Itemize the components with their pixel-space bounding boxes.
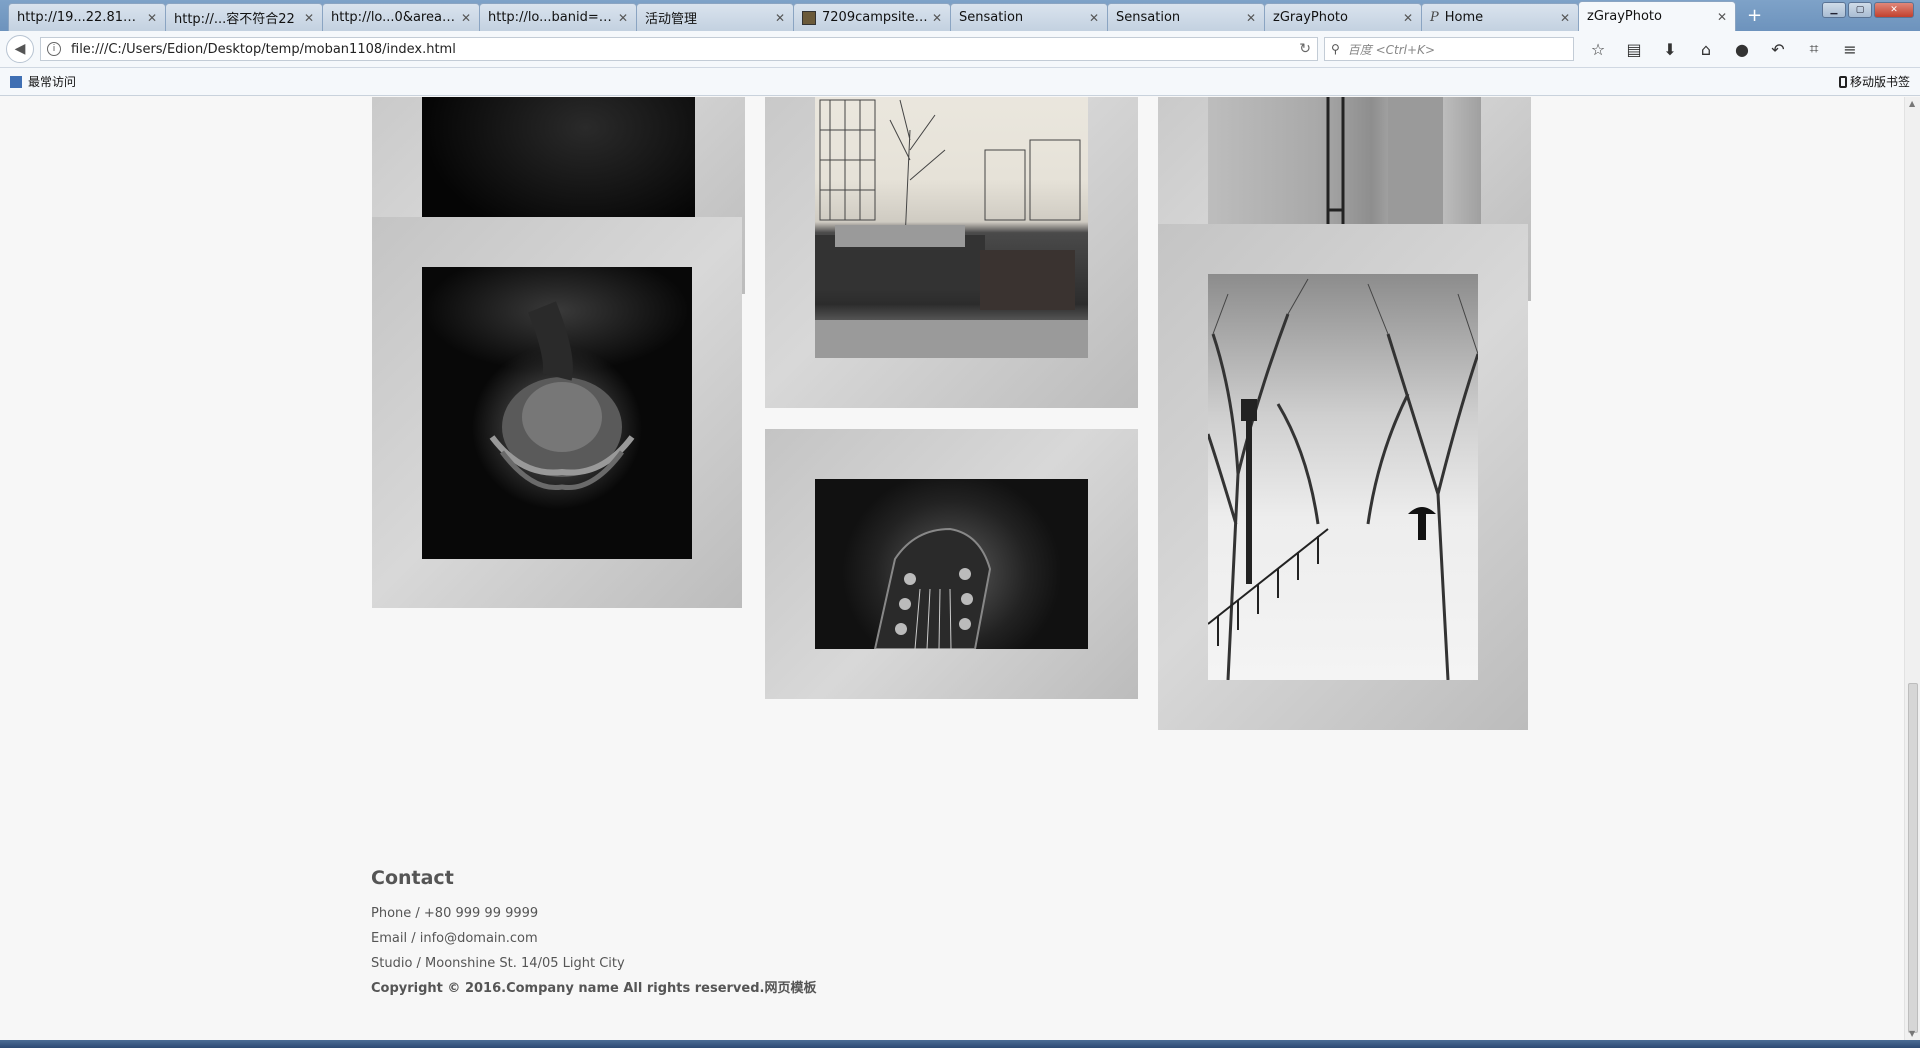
home-icon[interactable]: ⌂ [1696,40,1716,59]
browser-tab[interactable]: 活动管理 ✕ [636,3,794,31]
guitar-illustration [873,527,992,649]
close-icon[interactable]: ✕ [147,11,157,25]
download-icon[interactable]: ⬇ [1660,40,1680,59]
back-button[interactable]: ◀ [6,35,34,63]
bookmark-star-icon[interactable]: ☆ [1588,40,1608,59]
browser-tab[interactable]: 7209campsite_... ✕ [793,3,951,31]
p-favicon-icon: P [1430,10,1439,25]
site-favicon-icon [802,10,816,25]
close-icon[interactable]: ✕ [1246,11,1256,25]
toolbar-icons: ☆ ▤ ⬇ ⌂ ● ↶ ⌗ ≡ [1588,39,1860,59]
contact-phone: Phone / +80 999 99 9999 [371,906,539,921]
page-scrollbar[interactable]: ▲ ▼ [1904,97,1920,1040]
browser-tab[interactable]: P Home ✕ [1421,3,1579,31]
contact-studio: Studio / Moonshine St. 14/05 Light City [371,956,625,971]
bedroom-illustration [815,99,1088,358]
mobile-bookmarks-label: 移动版书签 [1849,75,1910,89]
bookmark-folder-icon [10,75,22,88]
chat-icon[interactable]: ● [1732,40,1752,59]
snowy-park-photo[interactable] [1208,274,1478,680]
close-icon[interactable]: ✕ [1089,11,1099,25]
contact-email: Email / info@domain.com [371,931,538,946]
copyright-text: Copyright © 2016.Company name All rights… [371,981,817,996]
reload-icon[interactable]: ↻ [1299,41,1311,57]
tab-strip: http://19...22.817349 ✕ http://...容不符合22 ✕… [0,0,1920,31]
info-icon[interactable]: i [47,42,61,56]
os-taskbar [0,1040,1920,1048]
scroll-up-icon[interactable]: ▲ [1909,99,1915,108]
search-placeholder: 百度 <Ctrl+K> [1347,42,1435,57]
snowy-park-illustration [1208,278,1478,680]
browser-tab[interactable]: zGrayPhoto ✕ [1264,3,1422,31]
address-bar[interactable]: i file:///C:/Users/Edion/Desktop/temp/mo… [40,37,1318,61]
page-viewport [0,97,1904,1040]
search-icon: ⚲ [1331,42,1340,56]
browser-tab[interactable]: Sensation ✕ [1107,3,1265,31]
new-tab-button[interactable]: + [1747,5,1762,26]
close-icon[interactable]: ✕ [618,11,628,25]
menu-icon[interactable]: ≡ [1840,40,1860,59]
close-icon[interactable]: ✕ [1717,10,1727,24]
bookmarks-bar: 最常访问 移动版书签 [0,68,1920,96]
browser-tab[interactable]: Sensation ✕ [950,3,1108,31]
gallery-card[interactable] [765,429,1138,699]
hands-illustration [489,301,635,491]
mobile-bookmarks[interactable]: 移动版书签 [1838,73,1910,90]
search-input[interactable]: ⚲ 百度 <Ctrl+K> [1324,37,1574,61]
minimize-icon[interactable]: ▁ [1822,2,1846,18]
contact-section: Contact Phone / +80 999 99 9999 Email / … [371,867,816,1001]
contact-title: Contact [371,867,454,889]
browser-tab[interactable]: http://lo...banid=193 ✕ [479,3,637,31]
guitar-headstock-photo[interactable] [815,479,1088,649]
browser-tab[interactable]: http://...容不符合22 ✕ [165,3,323,31]
scroll-thumb[interactable] [1908,683,1918,1033]
close-icon[interactable]: ✕ [304,11,314,25]
gallery-card[interactable] [765,97,1138,408]
url-text[interactable]: file:///C:/Users/Edion/Desktop/temp/moba… [71,42,1299,57]
window-close-icon[interactable]: ✕ [1874,2,1914,18]
close-icon[interactable]: ✕ [775,11,785,25]
crop-icon[interactable]: ⌗ [1804,39,1824,59]
city-bedroom-photo[interactable] [815,97,1088,358]
maximize-icon[interactable]: ▢ [1848,2,1872,18]
close-icon[interactable]: ✕ [932,11,942,25]
back-arrow-icon: ◀ [14,41,26,57]
browser-tab[interactable]: http://lo...0&area=0 ✕ [322,3,480,31]
mobile-icon [1838,75,1847,88]
browser-tab-active[interactable]: zGrayPhoto ✕ [1578,1,1736,31]
close-icon[interactable]: ✕ [1560,11,1570,25]
hands-holding-baby-photo[interactable] [422,267,692,559]
gallery-card[interactable] [372,217,742,608]
undo-icon[interactable]: ↶ [1768,40,1788,59]
navigation-toolbar: ◀ i file:///C:/Users/Edion/Desktop/temp/… [0,31,1920,68]
bookmark-most-visited[interactable]: 最常访问 [28,73,76,90]
scroll-down-icon[interactable]: ▼ [1909,1029,1915,1038]
window-controls: ▁ ▢ ✕ [1822,2,1914,18]
gallery-card[interactable] [1158,224,1528,730]
browser-tab[interactable]: http://19...22.817349 ✕ [8,3,166,31]
close-icon[interactable]: ✕ [461,11,471,25]
close-icon[interactable]: ✕ [1403,11,1413,25]
reading-list-icon[interactable]: ▤ [1624,40,1644,59]
